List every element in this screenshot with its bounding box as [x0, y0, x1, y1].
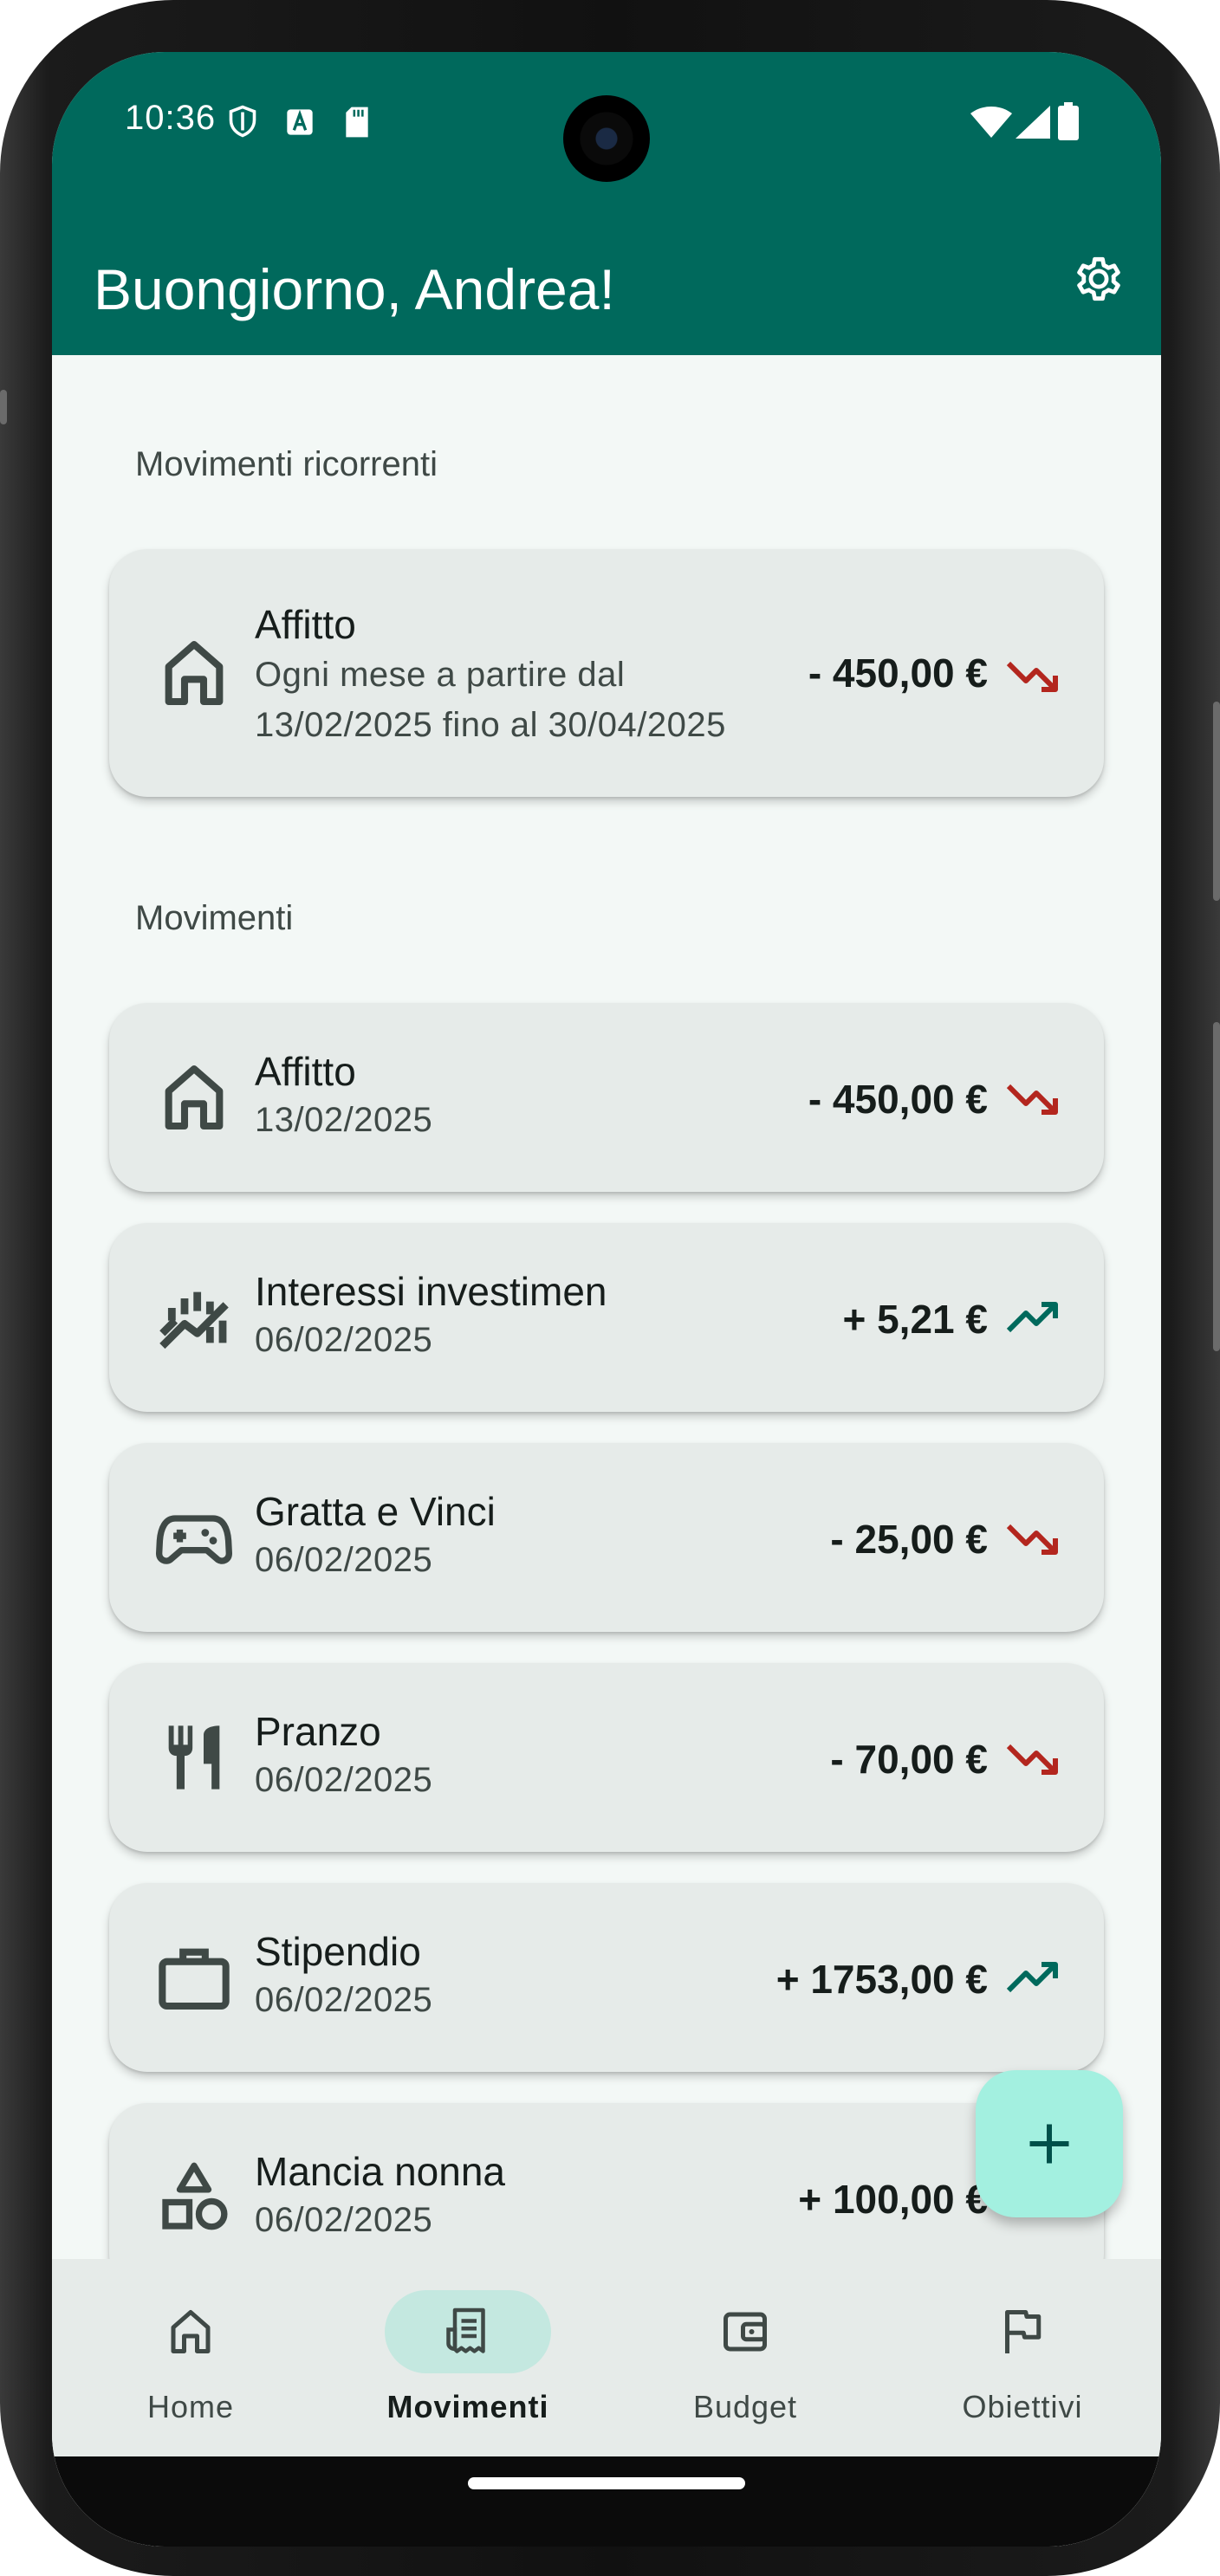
nav-label-home: Home: [146, 2389, 235, 2424]
movement-title: Affitto: [255, 1049, 356, 1094]
trend-down-icon: [1006, 661, 1058, 692]
house-icon: [165, 1065, 224, 1130]
movement-item[interactable]: Gratta e Vinci 06/02/2025 - 25,00 €: [109, 1443, 1104, 1632]
trend-up-icon: [1006, 1962, 1058, 1993]
nav-item-movimenti[interactable]: Movimenti: [329, 2259, 607, 2467]
power-button: [1213, 1022, 1220, 1351]
app-bar: Buongiorno, Andrea!: [52, 199, 1161, 355]
movement-title: Mancia nonna: [255, 2149, 505, 2194]
movement-title: Interessi investimen: [255, 1269, 607, 1314]
shapes-icon: [162, 2162, 228, 2230]
recurring-item-line1: Ogni mese a partire dal: [255, 656, 626, 694]
phone-frame: 10:36 Buongiorno, Andrea! Movimenti rico…: [0, 0, 1220, 2576]
front-camera: [563, 95, 650, 182]
nav-label-movimenti: Movimenti: [386, 2389, 549, 2424]
investment-chart-icon: [159, 1291, 229, 1349]
movement-amount: - 450,00 €: [808, 1077, 988, 1122]
screen: 10:36 Buongiorno, Andrea! Movimenti rico…: [52, 52, 1161, 2547]
movement-item[interactable]: Pranzo 06/02/2025 - 70,00 €: [109, 1663, 1104, 1852]
nav-indicator: [107, 2290, 274, 2373]
trend-down-icon: [1006, 1084, 1058, 1115]
section-title-movements: Movimenti: [135, 899, 294, 937]
flag-icon: [1005, 2310, 1042, 2353]
nav-label-budget: Budget: [692, 2389, 798, 2424]
movement-amount: + 1753,00 €: [775, 1957, 988, 2002]
shield-icon: [229, 105, 256, 138]
movement-title: Gratta e Vinci: [255, 1489, 496, 1534]
movement-item[interactable]: Affitto 13/02/2025 - 450,00 €: [109, 1003, 1104, 1192]
nav-item-budget[interactable]: Budget: [607, 2259, 884, 2467]
nav-item-obiettivi[interactable]: Obiettivi: [884, 2259, 1161, 2467]
wallet-icon: [724, 2312, 767, 2352]
trend-up-icon: [1006, 1302, 1058, 1333]
recurring-item-title: Affitto: [255, 602, 356, 647]
settings-gear-icon[interactable]: [1071, 251, 1126, 307]
font-a-icon: [287, 109, 313, 135]
movement-date: 13/02/2025: [255, 1101, 433, 1139]
recurring-item-amount: - 450,00 €: [808, 650, 988, 696]
battery-icon: [1058, 102, 1079, 140]
movement-amount: - 25,00 €: [830, 1517, 988, 1562]
movement-amount: - 70,00 €: [830, 1737, 988, 1782]
wifi-icon: [970, 107, 1012, 138]
page-title: Buongiorno, Andrea!: [94, 257, 615, 321]
movement-amount: + 5,21 €: [842, 1297, 988, 1342]
movement-date: 06/02/2025: [255, 1761, 433, 1799]
movement-title: Pranzo: [255, 1709, 381, 1754]
section-title-recurring: Movimenti ricorrenti: [135, 445, 438, 483]
home-icon: [171, 2310, 211, 2353]
trend-down-icon: [1006, 1524, 1058, 1555]
movement-date: 06/02/2025: [255, 1541, 433, 1579]
nav-label-obiettivi: Obiettivi: [962, 2389, 1083, 2424]
fork-knife-icon: [168, 1725, 220, 1790]
recurring-item[interactable]: Affitto Ogni mese a partire dal 13/02/20…: [109, 549, 1104, 797]
movement-item[interactable]: Interessi investimen 06/02/2025 + 5,21 €: [109, 1223, 1104, 1412]
nav-indicator-active: [385, 2290, 551, 2373]
volume-button: [1213, 702, 1220, 901]
house-icon: [165, 640, 224, 706]
trend-down-icon: [1006, 1744, 1058, 1775]
sd-card-icon: [346, 107, 368, 138]
receipt-icon: [446, 2307, 485, 2353]
movement-item[interactable]: Stipendio 06/02/2025 + 1753,00 €: [109, 1883, 1104, 2072]
side-notch: [0, 390, 7, 424]
movement-amount: + 100,00 €: [798, 2177, 988, 2222]
status-bar: 10:36: [52, 52, 1161, 199]
status-time: 10:36: [125, 99, 217, 137]
gamepad-icon: [156, 1515, 232, 1564]
home-indicator[interactable]: [468, 2477, 745, 2489]
plus-icon: [1029, 2124, 1069, 2164]
signal-icon: [1016, 106, 1050, 139]
nav-indicator: [939, 2290, 1106, 2373]
movement-date: 06/02/2025: [255, 2201, 433, 2239]
gesture-bar-area: [52, 2456, 1161, 2547]
movement-title: Stipendio: [255, 1929, 421, 1974]
nav-indicator: [662, 2290, 828, 2373]
content-area[interactable]: Movimenti ricorrenti Affitto Ogni mese a…: [52, 355, 1161, 2292]
briefcase-icon: [159, 1948, 230, 2010]
movement-date: 06/02/2025: [255, 1981, 433, 2019]
nav-item-home[interactable]: Home: [52, 2259, 329, 2467]
add-movement-button[interactable]: [976, 2070, 1123, 2217]
recurring-item-line2: 13/02/2025 fino al 30/04/2025: [255, 706, 726, 744]
movement-date: 06/02/2025: [255, 1321, 433, 1359]
